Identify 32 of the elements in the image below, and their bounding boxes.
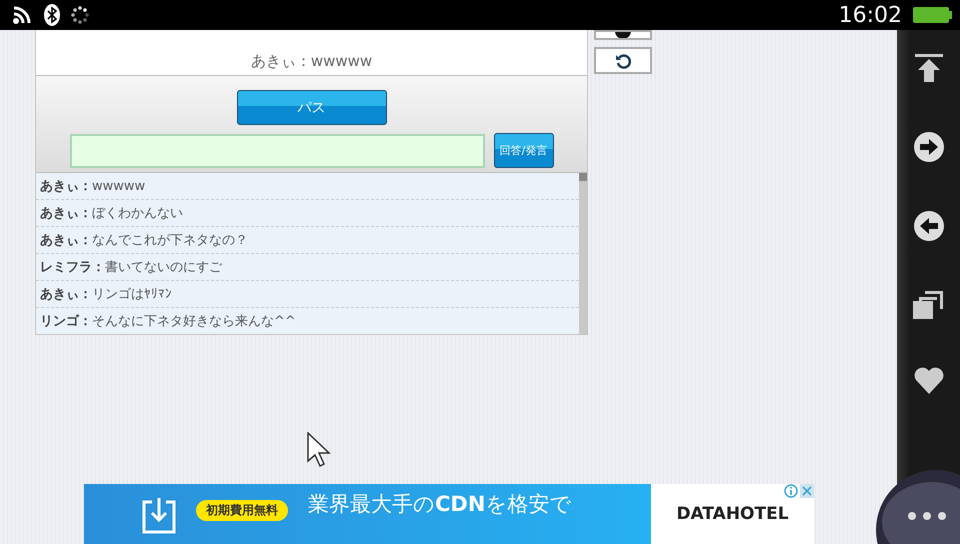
pass-button[interactable]: パス	[236, 90, 386, 125]
download-icon	[142, 496, 176, 534]
arrow-to-top-icon	[912, 52, 944, 84]
latest-message: あきぃ：wwwww	[250, 51, 374, 72]
answer-button[interactable]: 回答/発言	[494, 133, 554, 168]
advertisement-banner[interactable]: 初期費用無料 業界最大手のCDNを格安で DATAHOTEL	[84, 484, 814, 544]
refresh-icon	[615, 52, 631, 68]
forward-button[interactable]	[912, 131, 944, 163]
heart-icon	[914, 366, 944, 394]
loading-spinner-icon	[70, 5, 90, 25]
mouse-pointer-icon	[307, 432, 331, 468]
dot-button[interactable]	[594, 30, 652, 40]
stacked-squares-icon	[912, 289, 944, 319]
clock-time: 16:02	[838, 2, 902, 28]
bluetooth-icon	[44, 4, 60, 26]
info-icon[interactable]	[784, 484, 798, 498]
chat-message: あきぃ：なんでこれが下ネタなの？	[36, 227, 579, 254]
ad-headline: 業界最大手のCDNを格安で	[308, 491, 572, 518]
chat-message: あきぃ：リンゴはﾔﾘﾏﾝ	[36, 281, 579, 308]
chat-message: レミフラ：書いてないのにすご	[36, 254, 579, 281]
reload-button[interactable]	[594, 47, 652, 74]
free-badge: 初期費用無料	[196, 500, 288, 521]
back-button[interactable]	[912, 210, 944, 242]
message-input-field[interactable]	[70, 134, 484, 168]
chat-message: あきぃ：ぼくわかんない	[36, 200, 579, 227]
battery-icon	[912, 5, 952, 25]
windows-button[interactable]	[912, 289, 944, 319]
favorite-button[interactable]	[914, 366, 944, 394]
brand-logo: DATAHOTEL	[676, 504, 789, 524]
scroll-top-button[interactable]	[912, 52, 944, 84]
chat-message: あきぃ：wwwww	[36, 173, 579, 200]
more-options-button[interactable]	[876, 470, 960, 544]
